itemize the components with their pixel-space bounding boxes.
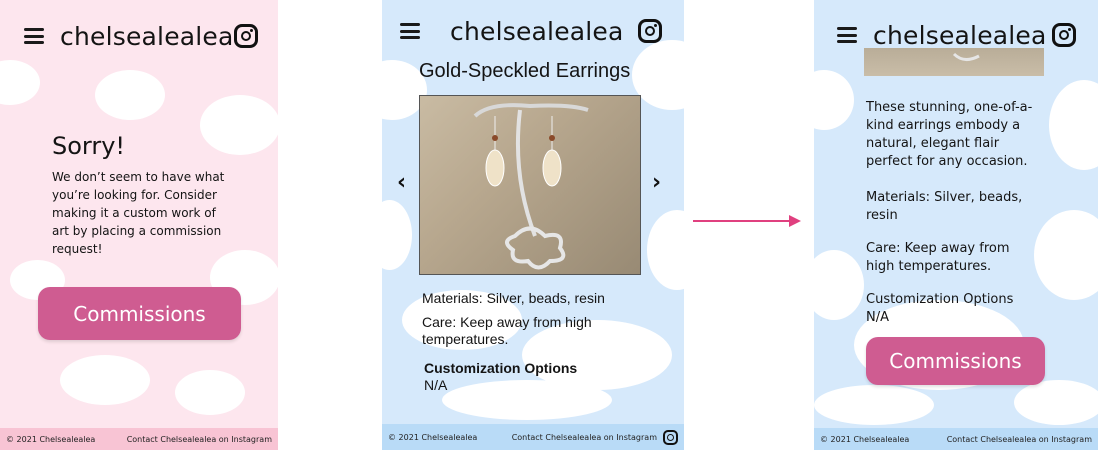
brand-title[interactable]: chelsealealea: [873, 21, 1047, 50]
product-detail-screen: chelsealealea These stunning, one-of-a-k…: [814, 0, 1098, 450]
instagram-icon[interactable]: [638, 19, 662, 43]
customization-value: N/A: [866, 310, 889, 325]
product-title: Gold-Speckled Earrings: [419, 60, 631, 82]
footer-copyright: © 2021 Chelsealealea: [6, 434, 96, 444]
header: chelsealealea: [0, 16, 278, 56]
background-blob: [1034, 210, 1098, 300]
footer-contact-link[interactable]: Contact Chelsealealea on Instagram: [512, 433, 657, 442]
customization-heading: Customization Options: [424, 360, 578, 376]
instagram-icon[interactable]: [663, 429, 678, 445]
footer-contact[interactable]: Contact Chelsealealea on Instagram: [512, 429, 678, 445]
brand-title[interactable]: chelsealealea: [450, 17, 624, 46]
background-blob: [1049, 80, 1098, 170]
sorry-screen: chelsealealea Sorry! We don’t seem to ha…: [0, 0, 278, 450]
footer-contact-link[interactable]: Contact Chelsealealea on Instagram: [127, 435, 272, 444]
brand-title[interactable]: chelsealealea: [60, 22, 234, 51]
background-blob: [60, 355, 150, 405]
care-text: Care: Keep away from high temperatures.: [866, 241, 1010, 274]
header: chelsealealea: [814, 15, 1098, 55]
hamburger-menu-icon[interactable]: [837, 27, 857, 43]
background-blob: [814, 385, 934, 425]
materials-text: Materials: Silver, beads, resin: [422, 290, 605, 306]
description-text: These stunning, one-of-a-kind earrings e…: [866, 100, 1033, 169]
instagram-icon[interactable]: [234, 24, 258, 48]
customization-heading: Customization Options: [866, 292, 1014, 307]
background-blob: [814, 250, 864, 320]
background-blob: [442, 380, 612, 420]
footer-contact-link[interactable]: Contact Chelsealealea on Instagram: [947, 435, 1092, 444]
hamburger-menu-icon[interactable]: [24, 28, 44, 44]
hamburger-menu-icon[interactable]: [400, 23, 420, 39]
sorry-heading: Sorry!: [52, 132, 126, 160]
transition-arrow-head-icon: [789, 215, 801, 227]
instagram-icon[interactable]: [1052, 23, 1076, 47]
transition-arrow-line: [693, 220, 791, 222]
footer: © 2021 Chelsealealea Contact Chelsealeal…: [382, 424, 684, 450]
customization-value: N/A: [424, 377, 448, 393]
footer-copyright: © 2021 Chelsealealea: [820, 434, 910, 444]
care-text: Care: Keep away from high temperatures.: [422, 314, 592, 347]
materials-text: Materials: Silver, beads, resin: [866, 190, 1023, 223]
background-blob: [382, 200, 412, 270]
background-blob: [200, 95, 278, 155]
background-blob: [814, 70, 854, 130]
background-blob: [95, 70, 165, 120]
footer: © 2021 Chelsealealea Contact Chelsealeal…: [814, 428, 1098, 450]
header: chelsealealea: [382, 11, 684, 51]
earring-photo-illustration: [473, 103, 589, 270]
background-blob: [1014, 380, 1098, 425]
product-screen: chelsealealea Gold-Speckled Earrings ‹ ›…: [382, 0, 684, 450]
commissions-button[interactable]: Commissions: [38, 287, 241, 340]
sorry-message: We don’t seem to have what you’re lookin…: [52, 170, 225, 256]
chevron-right-icon[interactable]: ›: [652, 170, 661, 195]
background-blob: [175, 370, 245, 415]
chevron-left-icon[interactable]: ‹: [397, 170, 406, 195]
footer-copyright: © 2021 Chelsealealea: [388, 432, 478, 442]
background-blob: [647, 210, 684, 290]
background-blob: [0, 60, 40, 105]
commissions-button[interactable]: Commissions: [866, 337, 1045, 385]
product-image[interactable]: [419, 95, 641, 275]
footer: © 2021 Chelsealealea Contact Chelsealeal…: [0, 428, 278, 450]
